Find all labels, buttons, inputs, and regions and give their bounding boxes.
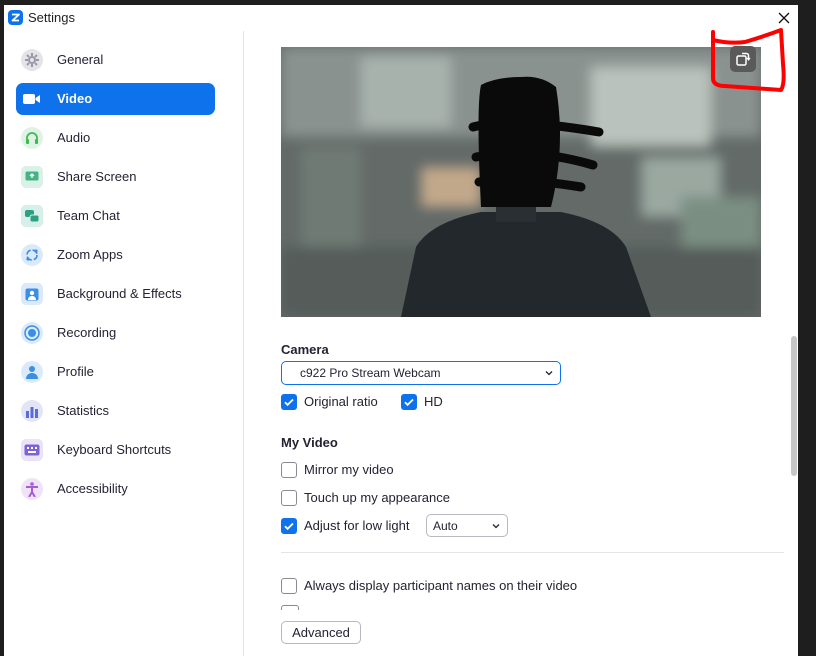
- sidebar-item-label: Audio: [57, 130, 91, 145]
- camera-select[interactable]: c922 Pro Stream Webcam: [281, 361, 561, 385]
- chat-bubbles-icon: [21, 205, 43, 227]
- chevron-down-icon: [545, 371, 553, 376]
- scrollbar-thumb[interactable]: [791, 336, 797, 476]
- touch-up-appearance-label: Touch up my appearance: [304, 490, 450, 505]
- sidebar-item-label: Statistics: [57, 403, 110, 418]
- sidebar-item-statistics[interactable]: Statistics: [16, 395, 215, 427]
- sidebar-item-accessibility[interactable]: Accessibility: [16, 473, 215, 505]
- accessibility-icon: [21, 478, 43, 500]
- sidebar-item-keyboard-shortcuts[interactable]: Keyboard Shortcuts: [16, 434, 215, 466]
- sidebar-item-video[interactable]: Video: [16, 83, 215, 115]
- sidebar-item-general[interactable]: General: [16, 44, 215, 76]
- checkbox-checked-icon: [281, 518, 297, 534]
- original-ratio-label: Original ratio: [304, 394, 378, 409]
- title-bar: Settings: [4, 5, 798, 31]
- record-icon: [21, 322, 43, 344]
- mirror-video-checkbox[interactable]: Mirror my video: [281, 461, 411, 479]
- sidebar-item-audio[interactable]: Audio: [16, 122, 215, 154]
- low-light-checkbox[interactable]: Adjust for low light: [281, 517, 421, 535]
- camera-preview: [281, 47, 761, 317]
- share-screen-icon: [21, 166, 43, 188]
- sidebar-item-zoom-apps[interactable]: Zoom Apps: [16, 239, 215, 271]
- checkbox-unchecked-icon: [281, 490, 297, 506]
- sidebar-item-label: Recording: [57, 325, 117, 340]
- sidebar-item-label: Background & Effects: [57, 286, 182, 301]
- red-highlight-annotation: [711, 28, 786, 92]
- video-settings-panel: Camera c922 Pro Stream Webcam Original r…: [244, 31, 798, 656]
- gear-icon: [21, 49, 43, 71]
- hd-label: HD: [424, 394, 443, 409]
- low-light-mode-value: Auto: [433, 519, 458, 533]
- sidebar-item-background-effects[interactable]: Background & Effects: [16, 278, 215, 310]
- sidebar-item-label: General: [57, 52, 104, 67]
- bar-chart-icon: [21, 400, 43, 422]
- sidebar-item-label: Zoom Apps: [57, 247, 123, 262]
- profile-person-icon: [21, 361, 43, 383]
- headphones-icon: [21, 127, 43, 149]
- my-video-section-title: My Video: [281, 435, 338, 450]
- background-portrait-icon: [21, 283, 43, 305]
- sidebar-item-label: Team Chat: [57, 208, 120, 223]
- settings-sidebar: General Video Audio Share Screen Team Ch…: [4, 31, 244, 656]
- section-divider: [281, 552, 784, 553]
- chevron-down-icon: [492, 524, 500, 529]
- hd-checkbox[interactable]: HD: [401, 393, 451, 411]
- zoom-logo-icon: [8, 10, 23, 25]
- participant-names-label: Always display participant names on thei…: [304, 578, 578, 593]
- sidebar-item-recording[interactable]: Recording: [16, 317, 215, 349]
- camera-section-title: Camera: [281, 342, 329, 357]
- sidebar-item-label: Share Screen: [57, 169, 137, 184]
- touch-up-appearance-checkbox[interactable]: Touch up my appearance: [281, 489, 461, 507]
- sidebar-item-profile[interactable]: Profile: [16, 356, 215, 388]
- sidebar-item-label: Video: [57, 91, 93, 106]
- sidebar-item-label: Profile: [57, 364, 94, 379]
- mirror-video-label: Mirror my video: [304, 462, 394, 477]
- settings-window: Settings General Video Audio Share Scree…: [4, 5, 798, 656]
- low-light-mode-select[interactable]: Auto: [426, 514, 508, 537]
- advanced-button[interactable]: Advanced: [281, 621, 361, 644]
- keyboard-icon: [21, 439, 43, 461]
- participant-names-checkbox[interactable]: Always display participant names on thei…: [281, 577, 591, 595]
- partially-hidden-checkbox[interactable]: [281, 605, 299, 610]
- sidebar-item-label: Keyboard Shortcuts: [57, 442, 172, 457]
- original-ratio-checkbox[interactable]: Original ratio: [281, 393, 391, 411]
- camera-select-value: c922 Pro Stream Webcam: [300, 366, 441, 380]
- checkbox-checked-icon: [281, 394, 297, 410]
- apps-icon: [21, 244, 43, 266]
- checkbox-unchecked-icon: [281, 578, 297, 594]
- sidebar-item-team-chat[interactable]: Team Chat: [16, 200, 215, 232]
- video-camera-icon: [21, 88, 43, 110]
- sidebar-item-label: Accessibility: [57, 481, 128, 496]
- window-title: Settings: [28, 10, 75, 25]
- sidebar-item-share-screen[interactable]: Share Screen: [16, 161, 215, 193]
- low-light-label: Adjust for low light: [304, 518, 410, 533]
- checkbox-unchecked-icon: [281, 462, 297, 478]
- checkbox-checked-icon: [401, 394, 417, 410]
